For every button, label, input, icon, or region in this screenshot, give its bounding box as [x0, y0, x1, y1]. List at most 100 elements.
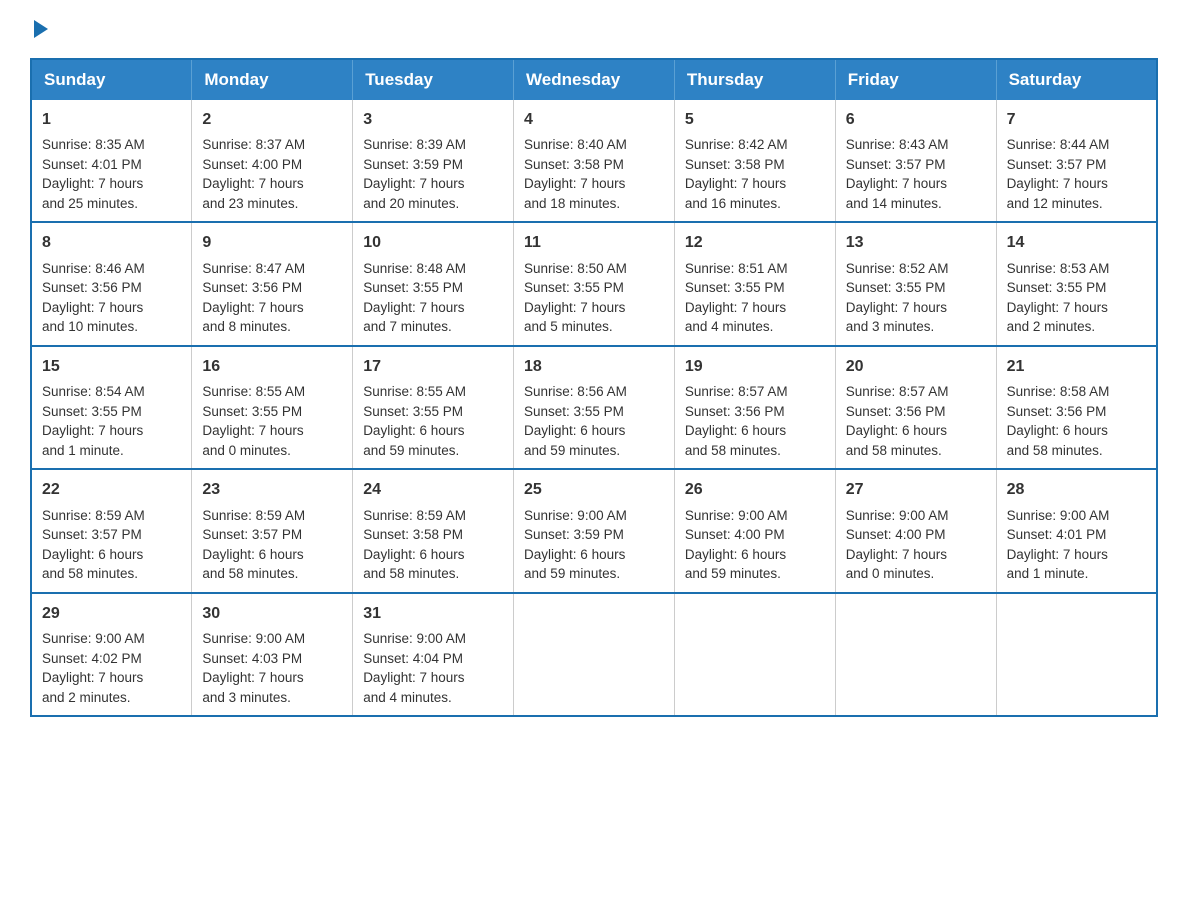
day-number: 15 [42, 355, 181, 378]
day-info-line: Daylight: 6 hours [685, 421, 825, 441]
day-info-line: Sunrise: 9:00 AM [846, 506, 986, 526]
calendar-cell: 8Sunrise: 8:46 AMSunset: 3:56 PMDaylight… [31, 222, 192, 345]
day-info-line: and 14 minutes. [846, 194, 986, 214]
day-info-line: Sunrise: 8:35 AM [42, 135, 181, 155]
day-info-line: Sunset: 3:59 PM [363, 155, 503, 175]
day-info-line: Daylight: 7 hours [846, 298, 986, 318]
day-number: 9 [202, 231, 342, 254]
day-info-line: Sunrise: 9:00 AM [42, 629, 181, 649]
calendar-cell: 7 Sunrise: 8:44 AMSunset: 3:57 PMDaylight… [996, 100, 1157, 222]
day-info-line: Sunset: 4:00 PM [846, 525, 986, 545]
day-info-line: Sunset: 3:55 PM [42, 402, 181, 422]
day-info-line: Daylight: 7 hours [685, 174, 825, 194]
day-info-line: Sunset: 3:57 PM [1007, 155, 1146, 175]
day-info-line: Sunset: 3:59 PM [524, 525, 664, 545]
calendar-week-row: 15Sunrise: 8:54 AMSunset: 3:55 PMDayligh… [31, 346, 1157, 469]
calendar-cell: 23Sunrise: 8:59 AMSunset: 3:57 PMDayligh… [192, 469, 353, 592]
day-info-line: and 59 minutes. [685, 564, 825, 584]
weekday-header-tuesday: Tuesday [353, 59, 514, 100]
day-info-line: Sunrise: 8:51 AM [685, 259, 825, 279]
day-info-line: and 25 minutes. [42, 194, 181, 214]
calendar-cell: 14Sunrise: 8:53 AMSunset: 3:55 PMDayligh… [996, 222, 1157, 345]
day-number: 6 [846, 108, 986, 131]
day-info-line: and 58 minutes. [42, 564, 181, 584]
day-info-line: Sunset: 3:55 PM [202, 402, 342, 422]
day-info-line: and 0 minutes. [846, 564, 986, 584]
day-number: 13 [846, 231, 986, 254]
day-info-line: Sunset: 4:01 PM [1007, 525, 1146, 545]
day-info-line: Sunrise: 9:00 AM [202, 629, 342, 649]
day-number: 5 [685, 108, 825, 131]
day-info-line: Sunset: 3:55 PM [685, 278, 825, 298]
day-info-line: Daylight: 7 hours [42, 668, 181, 688]
day-info-line: Sunset: 3:56 PM [42, 278, 181, 298]
day-info-line: Daylight: 7 hours [363, 668, 503, 688]
day-number: 20 [846, 355, 986, 378]
day-info-line: Sunrise: 8:55 AM [202, 382, 342, 402]
calendar-cell: 16Sunrise: 8:55 AMSunset: 3:55 PMDayligh… [192, 346, 353, 469]
calendar-cell: 6Sunrise: 8:43 AMSunset: 3:57 PMDaylight… [835, 100, 996, 222]
day-info-line: and 0 minutes. [202, 441, 342, 461]
calendar-cell: 4Sunrise: 8:40 AMSunset: 3:58 PMDaylight… [514, 100, 675, 222]
day-info-line: and 20 minutes. [363, 194, 503, 214]
day-info-line: Sunrise: 8:54 AM [42, 382, 181, 402]
day-info-line: Daylight: 7 hours [846, 545, 986, 565]
day-number: 18 [524, 355, 664, 378]
day-number: 24 [363, 478, 503, 501]
day-info-line: Sunset: 3:55 PM [524, 402, 664, 422]
calendar-cell: 30Sunrise: 9:00 AMSunset: 4:03 PMDayligh… [192, 593, 353, 716]
day-number: 23 [202, 478, 342, 501]
day-info-line: Daylight: 6 hours [363, 545, 503, 565]
day-info-line: Daylight: 6 hours [1007, 421, 1146, 441]
day-info-line: Daylight: 7 hours [846, 174, 986, 194]
day-info-line: Daylight: 7 hours [1007, 174, 1146, 194]
day-info-line: and 10 minutes. [42, 317, 181, 337]
day-info-line: Sunset: 3:56 PM [1007, 402, 1146, 422]
day-info-line: Daylight: 7 hours [202, 668, 342, 688]
day-number: 26 [685, 478, 825, 501]
day-number: 4 [524, 108, 664, 131]
calendar-cell: 17Sunrise: 8:55 AMSunset: 3:55 PMDayligh… [353, 346, 514, 469]
weekday-header-monday: Monday [192, 59, 353, 100]
calendar-cell [674, 593, 835, 716]
weekday-header-saturday: Saturday [996, 59, 1157, 100]
calendar-week-row: 8Sunrise: 8:46 AMSunset: 3:56 PMDaylight… [31, 222, 1157, 345]
day-info-line: Daylight: 6 hours [846, 421, 986, 441]
day-info-line: Sunrise: 8:44 AM [1007, 135, 1146, 155]
day-number: 3 [363, 108, 503, 131]
day-number: 19 [685, 355, 825, 378]
day-info-line: Daylight: 7 hours [685, 298, 825, 318]
day-info-line: Sunrise: 8:42 AM [685, 135, 825, 155]
day-info-line: Sunset: 3:57 PM [202, 525, 342, 545]
calendar-cell: 13Sunrise: 8:52 AMSunset: 3:55 PMDayligh… [835, 222, 996, 345]
day-info-line: and 4 minutes. [685, 317, 825, 337]
day-info-line: Sunset: 3:55 PM [363, 402, 503, 422]
day-number: 31 [363, 602, 503, 625]
day-info-line: Sunrise: 9:00 AM [524, 506, 664, 526]
day-number: 7 [1007, 108, 1146, 131]
calendar-cell: 15 Sunrise: 8:54 AMSunset: 3:55 PMDayligh… [31, 346, 192, 469]
day-info-line: Daylight: 7 hours [42, 421, 181, 441]
day-info-line: and 59 minutes. [363, 441, 503, 461]
day-info-line: and 4 minutes. [363, 688, 503, 708]
day-info-line: and 58 minutes. [846, 441, 986, 461]
calendar-cell: 28Sunrise: 9:00 AMSunset: 4:01 PMDayligh… [996, 469, 1157, 592]
day-info-line: Sunrise: 8:50 AM [524, 259, 664, 279]
day-info-line: Sunset: 3:55 PM [363, 278, 503, 298]
day-info-line: Sunset: 4:00 PM [202, 155, 342, 175]
day-info-line: Sunset: 3:58 PM [685, 155, 825, 175]
calendar-cell: 25Sunrise: 9:00 AMSunset: 3:59 PMDayligh… [514, 469, 675, 592]
calendar-cell [835, 593, 996, 716]
day-info-line: Daylight: 6 hours [524, 421, 664, 441]
day-info-line: and 1 minute. [42, 441, 181, 461]
day-info-line: Sunrise: 8:43 AM [846, 135, 986, 155]
day-info-line: Sunset: 3:57 PM [42, 525, 181, 545]
day-info-line: Sunrise: 8:39 AM [363, 135, 503, 155]
logo [30, 20, 48, 38]
day-info-line: and 1 minute. [1007, 564, 1146, 584]
page-header [30, 20, 1158, 38]
day-info-line: Sunrise: 8:46 AM [42, 259, 181, 279]
day-number: 27 [846, 478, 986, 501]
calendar-cell: 10Sunrise: 8:48 AMSunset: 3:55 PMDayligh… [353, 222, 514, 345]
day-info-line: Sunrise: 8:57 AM [846, 382, 986, 402]
